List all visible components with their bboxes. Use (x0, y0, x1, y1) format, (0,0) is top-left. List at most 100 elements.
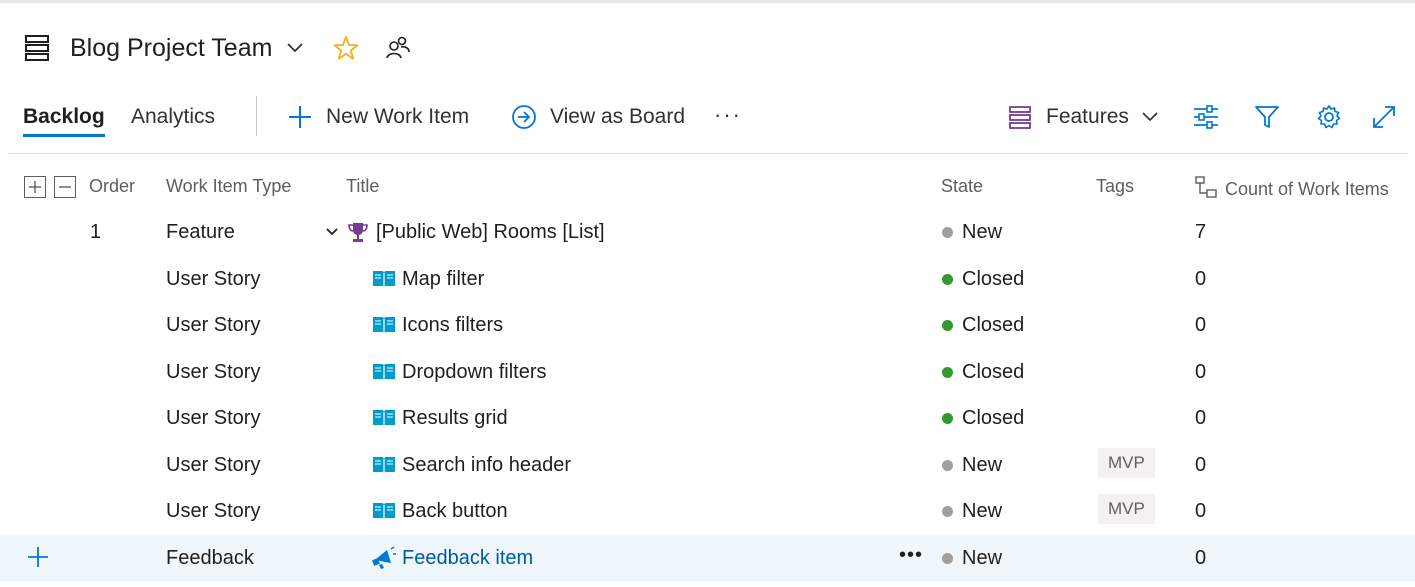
state-new-dot (942, 505, 953, 517)
work-item-title[interactable]: Dropdown filters (402, 360, 547, 384)
cell-count: 7 (1195, 221, 1207, 243)
cell-state: New (942, 546, 1002, 570)
team-title[interactable]: Blog Project Team (70, 34, 272, 63)
filter-icon[interactable] (1252, 102, 1282, 132)
cell-state: Closed (942, 267, 1024, 291)
cell-title: Dropdown filters (372, 360, 547, 384)
table-row[interactable]: 1 Feature [Public Web] Rooms [List] New … (0, 209, 1415, 255)
cell-title: Results grid (372, 406, 508, 430)
cell-count: 0 (1195, 361, 1207, 383)
column-header-count-label: Count of Work Items (1225, 179, 1389, 199)
cell-title: Icons filters (372, 313, 503, 337)
cell-count: 0 (1195, 314, 1207, 336)
tab-analytics[interactable]: Analytics (131, 102, 215, 142)
book-icon (372, 360, 396, 384)
state-new-dot (942, 226, 953, 238)
view-as-board-label: View as Board (550, 105, 686, 128)
cell-state: Closed (942, 406, 1024, 430)
book-icon (372, 267, 396, 291)
work-item-title[interactable]: Back button (402, 499, 508, 523)
book-icon (372, 453, 396, 477)
backlog-level-icon (1006, 103, 1034, 131)
table-row-selected[interactable]: Feedback Feedback item ••• New 0 (0, 535, 1415, 581)
cell-work-item-type: User Story (166, 361, 261, 383)
table-row[interactable]: User Story Back button New MVP 0 (0, 488, 1415, 534)
cell-title: [Public Web] Rooms [List] (322, 220, 605, 244)
state-closed-dot (942, 366, 953, 378)
work-item-title[interactable]: Search info header (402, 453, 571, 477)
state-label: New (962, 547, 1003, 569)
chevron-down-icon[interactable] (322, 222, 342, 242)
cell-title: Feedback item (372, 546, 533, 570)
cell-work-item-type: User Story (166, 500, 261, 522)
gear-icon[interactable] (1314, 102, 1344, 132)
work-item-title[interactable]: Map filter (402, 267, 484, 291)
more-actions-button[interactable]: ··· (714, 102, 742, 132)
row-more-actions-button[interactable]: ••• (899, 543, 923, 567)
backlog-level-label: Features (1046, 105, 1129, 128)
column-header-tags[interactable]: Tags (1096, 176, 1134, 197)
table-row[interactable]: User Story Dropdown filters Closed 0 (0, 349, 1415, 395)
cell-count: 0 (1195, 454, 1207, 476)
expand-all-icon[interactable] (24, 176, 46, 198)
expand-collapse-controls (24, 176, 76, 198)
new-work-item-label: New Work Item (326, 105, 470, 128)
fullscreen-icon[interactable] (1369, 102, 1399, 132)
cell-state: New (942, 499, 1002, 523)
cell-tags: MVP (1098, 494, 1155, 524)
cell-count: 0 (1195, 268, 1207, 290)
cell-state: Closed (942, 360, 1024, 384)
book-icon (372, 499, 396, 523)
grid-header: Order Work Item Type Title State Tags Co… (0, 170, 1415, 206)
tag-badge[interactable]: MVP (1098, 448, 1155, 478)
work-item-title[interactable]: [Public Web] Rooms [List] (376, 220, 605, 244)
work-item-title[interactable]: Feedback item (402, 546, 533, 570)
rollup-icon (1195, 176, 1217, 203)
state-new-dot (942, 552, 953, 564)
cell-count: 0 (1195, 407, 1207, 429)
cell-work-item-type: User Story (166, 407, 261, 429)
book-icon (372, 313, 396, 337)
cell-work-item-type: Feature (166, 221, 235, 243)
cell-state: Closed (942, 313, 1024, 337)
cell-state: New (942, 220, 1002, 244)
table-row[interactable]: User Story Icons filters Closed 0 (0, 302, 1415, 348)
star-icon[interactable] (332, 34, 360, 62)
cell-count: 0 (1195, 500, 1207, 522)
view-as-board-button[interactable]: View as Board (510, 102, 685, 132)
cell-work-item-type: User Story (166, 268, 261, 290)
column-header-state[interactable]: State (941, 176, 983, 197)
page-header: Blog Project Team (20, 28, 412, 68)
toolbar: Backlog Analytics New Work Item View as … (0, 96, 1415, 142)
tab-backlog[interactable]: Backlog (23, 102, 105, 142)
chevron-down-icon[interactable] (284, 37, 306, 59)
cell-state: New (942, 453, 1002, 477)
plus-icon (286, 103, 314, 131)
tag-badge[interactable]: MVP (1098, 494, 1155, 524)
collapse-all-icon[interactable] (54, 176, 76, 198)
column-header-order[interactable]: Order (89, 176, 135, 197)
state-label: New (962, 221, 1003, 243)
table-row[interactable]: User Story Results grid Closed 0 (0, 395, 1415, 441)
column-header-count[interactable]: Count of Work Items (1195, 176, 1389, 203)
arrow-circle-right-icon (510, 103, 538, 131)
new-work-item-button[interactable]: New Work Item (286, 102, 469, 132)
toolbar-divider (256, 96, 257, 136)
cell-work-item-type: User Story (166, 454, 261, 476)
backlog-level-selector[interactable]: Features (1006, 102, 1159, 132)
table-row[interactable]: User Story Map filter Closed 0 (0, 256, 1415, 302)
cell-title: Map filter (372, 267, 484, 291)
column-header-work-item-type[interactable]: Work Item Type (166, 176, 291, 197)
work-item-title[interactable]: Icons filters (402, 313, 503, 337)
people-icon[interactable] (384, 34, 412, 62)
toolbar-separator (8, 153, 1408, 154)
state-label: New (962, 500, 1003, 522)
cell-order: 1 (90, 221, 102, 243)
book-icon (372, 406, 396, 430)
tab-backlog-label: Backlog (23, 105, 105, 128)
table-row[interactable]: User Story Search info header New MVP 0 (0, 442, 1415, 488)
add-child-icon[interactable] (26, 545, 50, 569)
view-options-icon[interactable] (1191, 102, 1221, 132)
column-header-title[interactable]: Title (346, 176, 379, 197)
work-item-title[interactable]: Results grid (402, 406, 508, 430)
